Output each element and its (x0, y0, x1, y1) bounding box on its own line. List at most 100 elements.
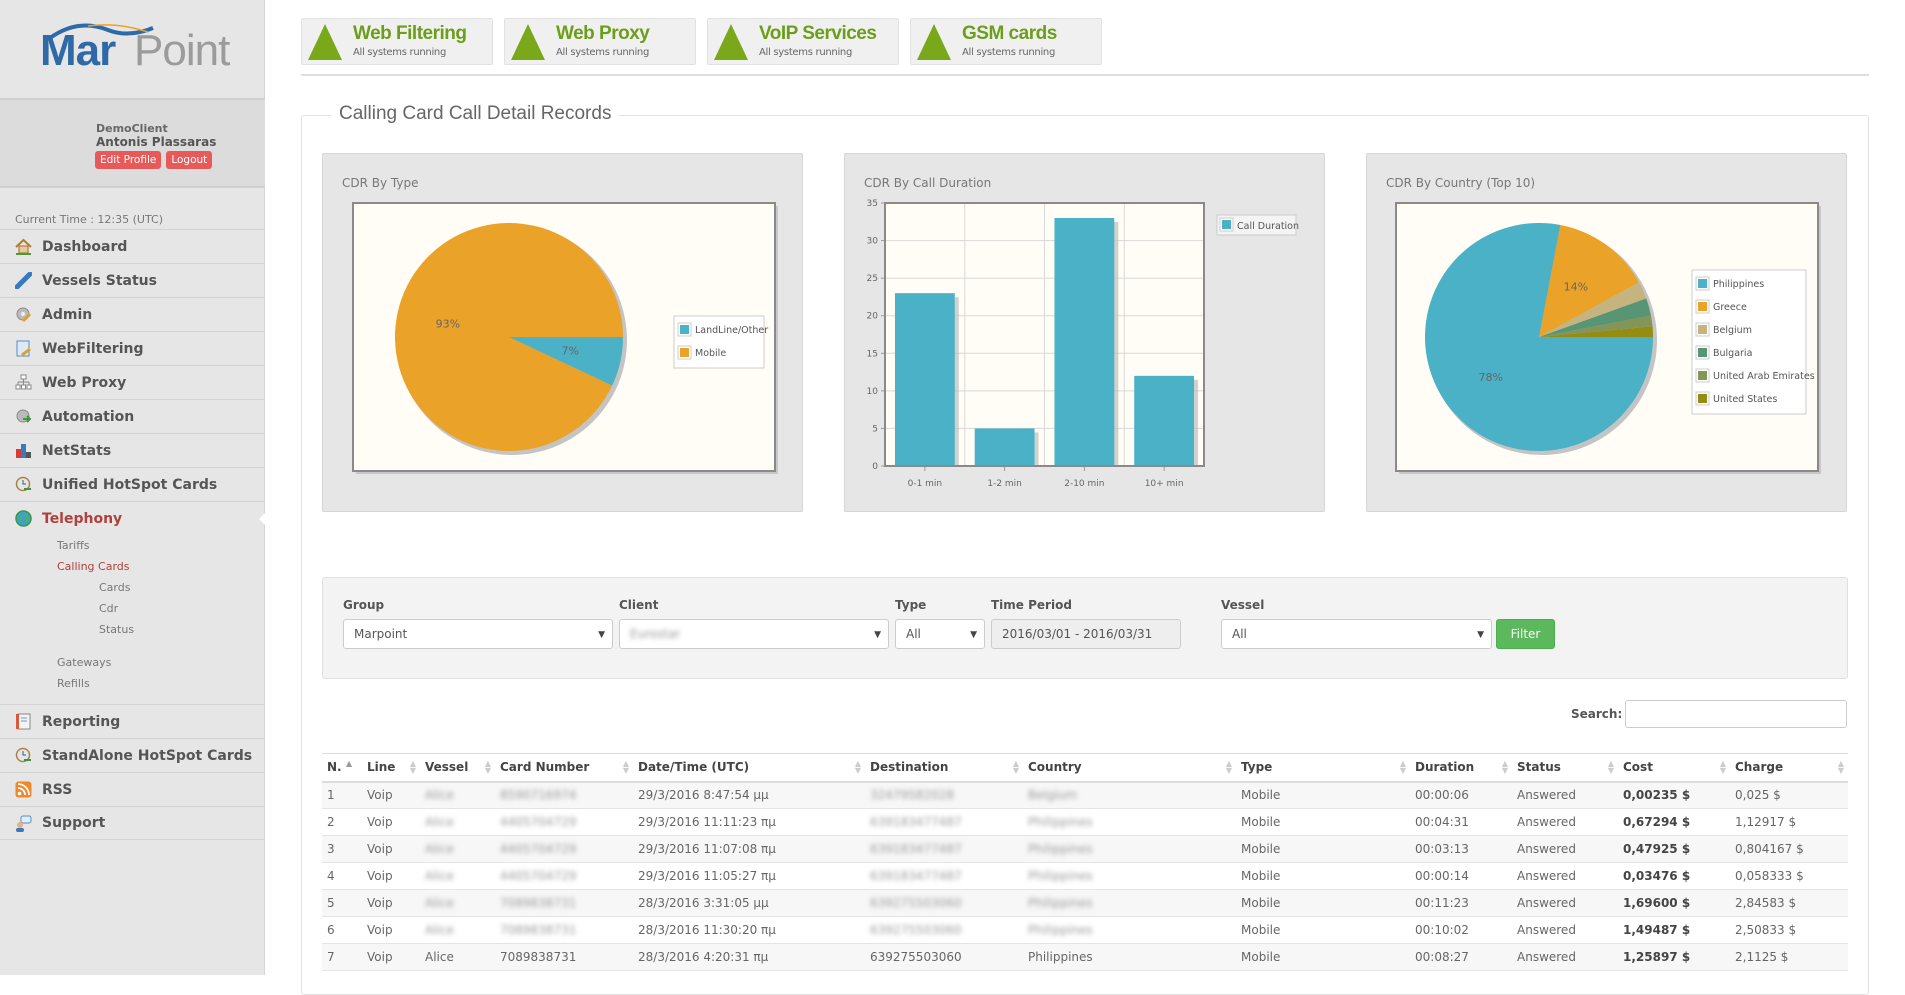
sidebar-item-automation[interactable]: Automation (0, 399, 265, 433)
sidebar-item-label: Support (42, 815, 106, 831)
sidebar-item-vessels-status[interactable]: Vessels Status (0, 263, 265, 297)
submenu-item-calling-cards[interactable]: Calling Cards (0, 556, 265, 577)
sidebar-item-web-proxy[interactable]: Web Proxy (0, 365, 265, 399)
filter-button[interactable]: Filter (1496, 619, 1555, 649)
marpoint-logo[interactable]: Mar Point (40, 20, 240, 80)
sidebar-item-netstats[interactable]: NetStats (0, 433, 265, 467)
column-header[interactable]: Vessel ▲ ▼ (420, 753, 495, 783)
column-header[interactable]: Country ▲ ▼ (1023, 753, 1236, 783)
column-header[interactable]: Duration ▲ ▼ (1410, 753, 1512, 783)
cell-value: Alice (425, 923, 454, 937)
column-header[interactable]: Date/Time (UTC) ▲ ▼ (633, 753, 865, 783)
column-header[interactable]: N. ▲ (322, 753, 362, 783)
status-tile-web-proxy[interactable]: Web Proxy All systems running (504, 18, 696, 65)
sidebar-item-standalone-hotspot-cards[interactable]: StandAlone HotSpot Cards (0, 738, 265, 772)
status-tiles: Web Filtering All systems running Web Pr… (301, 18, 1102, 65)
column-header[interactable]: Card Number ▲ ▼ (495, 753, 633, 783)
filter-label: Vessel (1221, 598, 1265, 612)
sort-icon[interactable]: ▲ ▼ (855, 760, 861, 775)
sidebar-item-dashboard[interactable]: Dashboard (0, 229, 265, 263)
group-select[interactable]: Marpoint ▼ (343, 619, 613, 649)
time-period-input[interactable]: 2016/03/01 - 2016/03/31 (991, 619, 1181, 649)
cell-value: Alice (425, 788, 454, 803)
column-header[interactable]: Status ▲ ▼ (1512, 753, 1618, 783)
cell-card-number: 7089838731 (495, 916, 633, 944)
filter-bar: Group Marpoint ▼ Client Eurostar ▼ Type … (322, 577, 1848, 679)
sidebar-item-rss[interactable]: RSS (0, 772, 265, 806)
column-header[interactable]: Charge ▲ ▼ (1730, 753, 1848, 783)
submenu-item-tariffs[interactable]: Tariffs (0, 535, 265, 556)
cell-destination: 639183477487 (865, 862, 1023, 890)
column-header[interactable]: Destination ▲ ▼ (865, 753, 1023, 783)
submenu-item-refills[interactable]: Refills (0, 673, 265, 694)
cell-value: Voip (367, 842, 393, 856)
cell-value: 4405704729 (500, 815, 577, 829)
vessel-select[interactable]: All ▼ (1221, 619, 1492, 649)
sidebar-item-admin[interactable]: Admin (0, 297, 265, 331)
sort-icon[interactable]: ▲ ▼ (1400, 760, 1406, 775)
table-row[interactable]: 2 Voip Alice 4405704729 29/3/2016 11:11:23 π… (322, 808, 1848, 836)
submenu-item-cards[interactable]: Cards (0, 577, 265, 598)
cell-status: Answered (1512, 862, 1618, 890)
cell-type: Mobile (1236, 862, 1410, 890)
edit-profile-button[interactable]: Edit Profile (95, 151, 162, 169)
column-header-label: Date/Time (UTC) (638, 760, 750, 775)
submenu-item-cdr[interactable]: Cdr (0, 598, 265, 619)
client-select[interactable]: Eurostar ▼ (619, 619, 889, 649)
table-row[interactable]: 4 Voip Alice 4405704729 29/3/2016 11:05:27 π… (322, 862, 1848, 890)
sidebar-item-label: Reporting (42, 713, 121, 730)
cell-charge: 0,025 $ (1730, 781, 1848, 809)
sort-icon[interactable]: ▲ ▼ (1013, 760, 1019, 775)
status-tile-voip-services[interactable]: VoIP Services All systems running (707, 18, 899, 65)
cell-value: Alice (425, 869, 454, 883)
x-tick-label: 0-1 min (908, 479, 943, 489)
cell-cost: 0,00235 $ (1618, 781, 1730, 809)
sidebar-item-webfiltering[interactable]: WebFiltering (0, 331, 265, 365)
status-tile-gsm-cards[interactable]: GSM cards All systems running (910, 18, 1102, 65)
submenu-item-status[interactable]: Status (0, 619, 265, 640)
column-header[interactable]: Line ▲ ▼ (362, 753, 420, 783)
cell-duration: 00:08:27 (1410, 943, 1512, 971)
sort-icon[interactable]: ▲ ▼ (1608, 760, 1614, 775)
cell-value: 00:11:23 (1415, 896, 1469, 910)
bar (1134, 375, 1195, 466)
table-row[interactable]: 5 Voip Alice 7089838731 28/3/2016 3:31:05 μμ… (322, 889, 1848, 917)
y-tick-label: 20 (867, 312, 879, 322)
legend-swatch (680, 348, 689, 357)
sidebar-item-unified-hotspot-cards[interactable]: Unified HotSpot Cards (0, 467, 265, 501)
status-tile-title: Web Proxy (556, 23, 650, 44)
search-input[interactable] (1625, 700, 1848, 728)
sort-icon[interactable]: ▲ (346, 760, 352, 768)
sort-icon[interactable]: ▲ ▼ (410, 760, 416, 775)
sort-icon[interactable]: ▲ ▼ (1502, 760, 1508, 775)
cell-value: Mobile (1241, 869, 1281, 883)
filter-label: Time Period (991, 598, 1072, 612)
table-row[interactable]: 1 Voip Alice 8590716974 29/3/2016 8:47:54 μμ… (322, 781, 1848, 809)
table-row[interactable]: 7 Voip Alice 7089838731 28/3/2016 4:20:31 πμ… (322, 943, 1848, 971)
table-row[interactable]: 6 Voip Alice 7089838731 28/3/2016 11:30:20 π… (322, 916, 1848, 944)
type-select[interactable]: All ▼ (895, 619, 985, 649)
sidebar-item-telephony[interactable]: Telephony (0, 501, 266, 535)
cell-charge: 0,804167 $ (1730, 835, 1848, 863)
cell-value: 7089838731 (500, 950, 577, 964)
sidebar-item-reporting[interactable]: Reporting (0, 704, 265, 738)
sort-icon[interactable]: ▲ ▼ (485, 760, 491, 775)
sort-icon[interactable]: ▲ ▼ (1226, 760, 1232, 775)
cell-value: 00:00:06 (1415, 788, 1469, 803)
column-header[interactable]: Type ▲ ▼ (1236, 753, 1410, 783)
sidebar-item-support[interactable]: Support (0, 806, 265, 840)
column-header[interactable]: Cost ▲ ▼ (1618, 753, 1730, 783)
logout-button[interactable]: Logout (166, 151, 213, 169)
sort-icon[interactable]: ▲ ▼ (1838, 760, 1844, 775)
sort-icon[interactable]: ▲ ▼ (1720, 760, 1726, 775)
filter-label: Client (619, 598, 659, 612)
submenu-item-gateways[interactable]: Gateways (0, 652, 265, 673)
status-tile-web-filtering[interactable]: Web Filtering All systems running (301, 18, 493, 65)
table-row[interactable]: 3 Voip Alice 4405704729 29/3/2016 11:07:08 π… (322, 835, 1848, 863)
cell-value: Philippines (1028, 869, 1093, 883)
status-tile-text: All systems running (556, 47, 650, 58)
sort-icon[interactable]: ▲ ▼ (623, 760, 629, 775)
telephony-submenu: Tariffs Calling Cards Cards Cdr Status G… (0, 535, 265, 704)
network-icon (15, 374, 32, 391)
legend-swatch (1698, 394, 1707, 403)
